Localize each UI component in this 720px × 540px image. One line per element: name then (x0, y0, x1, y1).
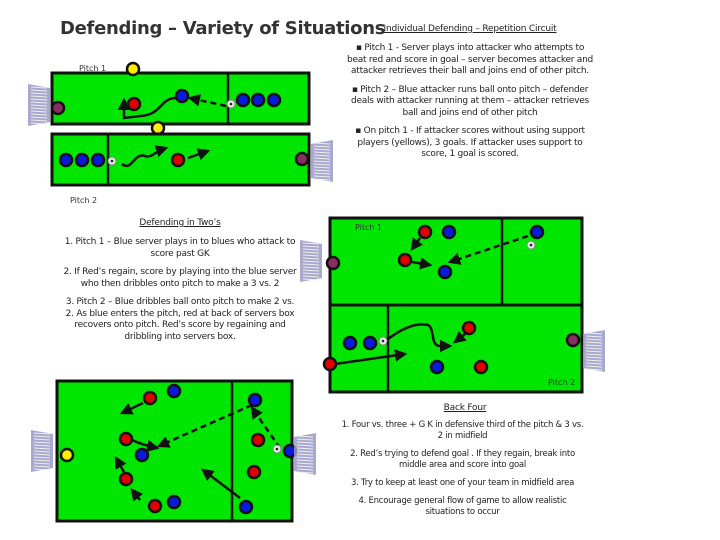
server-blue (362, 335, 378, 351)
attacker-blue (437, 264, 453, 280)
server-blue (342, 335, 358, 351)
server-blue (74, 152, 90, 168)
recovering-defender-red (322, 356, 338, 372)
backfour-item-2: 2. Red’s trying to defend goal . If they… (350, 449, 575, 470)
twos-text: 1. Pitch 1 – Blue server plays in to blu… (62, 237, 298, 350)
server-blue (90, 152, 106, 168)
defender-red (118, 431, 134, 447)
defender-red (473, 359, 489, 375)
twos-pitch2-label: Pitch 2 (548, 378, 576, 387)
server-blue (529, 224, 545, 240)
attacker-blue (441, 224, 457, 240)
server-blue (250, 92, 266, 108)
backfour-text: 1. Four vs. three + G K in defensive thi… (340, 420, 585, 525)
backfour-item-1: 1. Four vs. three + G K in defensive thi… (341, 420, 584, 441)
ball-patch (275, 447, 279, 451)
attacker-blue (134, 447, 150, 463)
goalkeeper (50, 100, 66, 116)
twos-pitch1-label: Pitch 1 (355, 223, 383, 232)
ball-patch (381, 339, 385, 343)
backfour-heading: Back Four (443, 403, 487, 413)
defender-red (417, 224, 433, 240)
attacker-blue (247, 392, 263, 408)
goalkeeper-yellow (59, 447, 75, 463)
defender-red (147, 498, 163, 514)
goalkeeper (325, 255, 341, 271)
twos-heading: Defending in Two’s (139, 218, 221, 228)
defender-red (461, 320, 477, 336)
circuit-text: ▪ Pitch 1 - Server plays into attacker w… (345, 43, 595, 168)
ball-patch (529, 243, 533, 247)
attacker-blue (166, 494, 182, 510)
twos-item-1: 1. Pitch 1 – Blue server plays in to blu… (64, 237, 296, 259)
goalkeeper (294, 151, 310, 167)
defender-red (118, 471, 134, 487)
server-blue (266, 92, 282, 108)
circuit-heading: Individual Defending – Repetition Circui… (383, 24, 557, 34)
defender-red (170, 152, 186, 168)
backfour-item-4: 4. Encourage general flow of game to all… (358, 496, 567, 517)
server-blue (235, 92, 251, 108)
defender-red (250, 432, 266, 448)
defender-red (246, 464, 262, 480)
defender-red (397, 252, 413, 268)
ball-patch (110, 159, 114, 163)
attacker-blue (238, 499, 254, 515)
twos-item-3: 3. Pitch 2 – Blue dribbles ball onto pit… (65, 297, 295, 342)
circuit-bullet-1: ▪ Pitch 1 - Server plays into attacker w… (347, 43, 593, 76)
attacker-blue (429, 359, 445, 375)
support-player-yellow (125, 61, 141, 77)
twos-item-2: 2. If Red’s regain, score by playing int… (63, 267, 297, 289)
attacker-blue (166, 383, 182, 399)
support-player-yellow (150, 120, 166, 136)
goalkeeper (565, 332, 581, 348)
backfour-item-3: 3. Try to keep at least one of your team… (350, 478, 575, 488)
ball-patch (229, 102, 233, 106)
attacker-blue (174, 88, 190, 104)
defender-red (126, 96, 142, 112)
circuit-bullet-3: ▪ On pitch 1 - If attacker scores withou… (355, 126, 585, 159)
circuit-bullet-2: ▪ Pitch 2 – Blue attacker runs ball onto… (351, 84, 589, 118)
server-blue (58, 152, 74, 168)
defender-red (142, 390, 158, 406)
